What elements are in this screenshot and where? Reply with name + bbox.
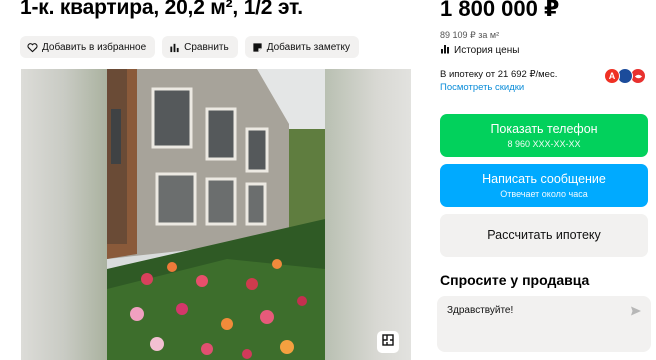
- write-message-button[interactable]: Написать сообщение Отвечает около часа: [440, 164, 648, 207]
- main-photo[interactable]: [107, 69, 325, 360]
- heart-icon: [27, 42, 38, 53]
- bank-logos: А: [604, 68, 648, 86]
- seller-message-box[interactable]: Здравствуйте!: [437, 296, 651, 352]
- listing-title: 1-к. квартира, 20,2 м², 1/2 эт.: [20, 0, 303, 19]
- ask-seller-heading: Спросите у продавца: [440, 272, 590, 288]
- add-note-label: Добавить заметку: [266, 41, 350, 53]
- view-discounts-link[interactable]: Посмотреть скидки: [440, 82, 524, 93]
- add-to-favorites-label: Добавить в избранное: [42, 41, 147, 53]
- price-per-sqm: 89 109 ₽ за м²: [440, 30, 500, 40]
- price-history-link[interactable]: История цены: [440, 44, 519, 57]
- bar-chart-icon: [440, 44, 454, 57]
- compare-button[interactable]: Сравнить: [162, 36, 238, 58]
- write-message-label: Написать сообщение: [482, 172, 606, 186]
- mortgage-offer: В ипотеку от 21 692 ₽/мес.: [440, 69, 558, 80]
- phone-number-masked: 8 960 XXX-XX-XX: [507, 139, 581, 149]
- floor-plan-button[interactable]: [377, 331, 399, 353]
- bank-logo-alfa: А: [604, 68, 620, 84]
- price-history-label: История цены: [454, 45, 520, 56]
- calculate-mortgage-button[interactable]: Рассчитать ипотеку: [440, 214, 648, 257]
- add-to-favorites-button[interactable]: Добавить в избранное: [20, 36, 156, 58]
- listing-actions: Добавить в избранное Сравнить Добавить з…: [20, 36, 359, 58]
- gallery-blur-right: [325, 69, 411, 360]
- calculate-mortgage-label: Рассчитать ипотеку: [487, 228, 601, 242]
- price: 1 800 000 ₽: [440, 0, 560, 21]
- compare-label: Сравнить: [184, 41, 229, 53]
- response-time: Отвечает около часа: [500, 189, 588, 199]
- show-phone-button[interactable]: Показать телефон 8 960 XXX-XX-XX: [440, 114, 648, 157]
- show-phone-label: Показать телефон: [490, 122, 598, 136]
- send-icon[interactable]: [630, 304, 642, 316]
- compare-bars-icon: [169, 42, 180, 53]
- seller-message-input[interactable]: Здравствуйте!: [447, 305, 513, 316]
- floor-plan-icon: [382, 333, 394, 351]
- photo-gallery[interactable]: [21, 69, 411, 360]
- add-note-button[interactable]: Добавить заметку: [244, 36, 359, 58]
- note-icon: [252, 42, 263, 53]
- gallery-blur-left: [21, 69, 107, 360]
